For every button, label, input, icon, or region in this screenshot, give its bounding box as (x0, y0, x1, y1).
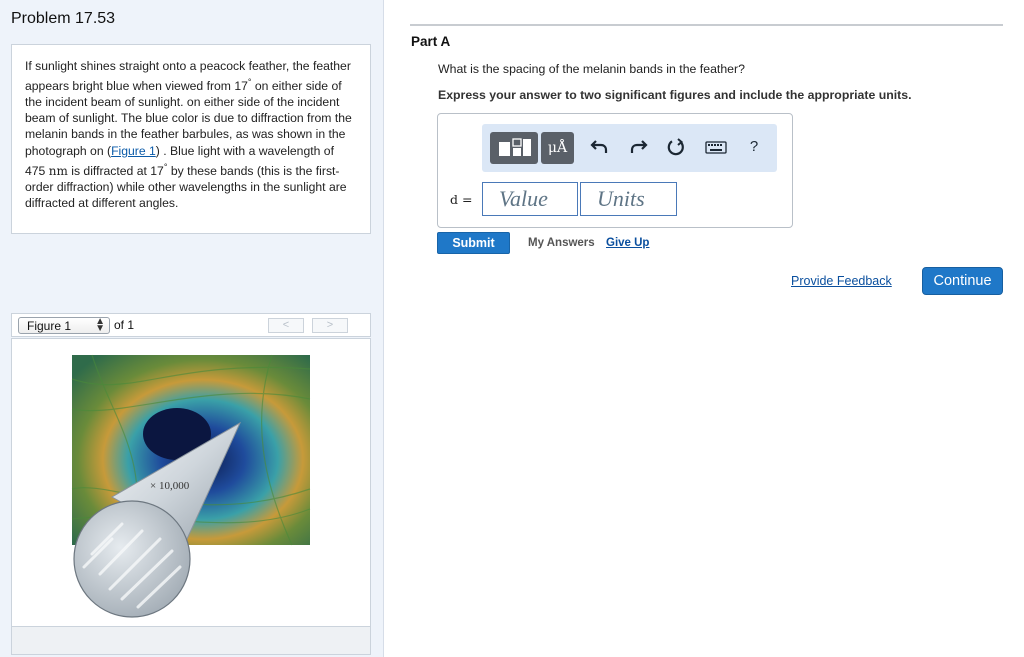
continue-button[interactable]: Continue (922, 267, 1003, 295)
submit-button[interactable]: Submit (437, 232, 510, 254)
peacock-feather-image: × 10,000 (71, 354, 311, 618)
templates-icon (499, 138, 531, 156)
figure-navigation: Figure 1 ▲ ▼ of 1 < > (11, 313, 371, 337)
units-button[interactable]: μÅ (541, 132, 574, 164)
figure-selector-label: Figure 1 (27, 319, 72, 333)
updown-arrows-icon: ▲ ▼ (95, 316, 105, 334)
help-button[interactable]: ? (744, 137, 764, 157)
figure-selector[interactable]: Figure 1 ▲ ▼ (18, 317, 110, 334)
question-text: What is the spacing of the melanin bands… (438, 62, 745, 76)
variable-label: d = (450, 192, 473, 207)
answer-box: μÅ ? d = Value Units (437, 113, 793, 228)
instruction-text: Express your answer to two significant f… (438, 88, 912, 102)
figure-footer (11, 627, 371, 655)
keyboard-icon[interactable] (704, 137, 728, 157)
figure-area: × 10,000 (11, 338, 371, 627)
templates-button[interactable] (490, 132, 538, 164)
problem-title: Problem 17.53 (11, 10, 116, 27)
unit-nm: nm (48, 163, 68, 178)
divider (410, 24, 1003, 26)
next-figure-button[interactable]: > (312, 318, 348, 333)
magnification-label: × 10,000 (150, 480, 190, 492)
figure-link[interactable]: Figure 1 (111, 144, 156, 158)
give-up-link[interactable]: Give Up (606, 237, 649, 249)
undo-icon[interactable] (590, 137, 610, 157)
value-input[interactable]: Value (482, 182, 578, 216)
problem-panel: Problem 17.53 If sunlight shines straigh… (0, 0, 384, 657)
reset-icon[interactable] (666, 137, 686, 157)
problem-text-4: is diffracted at 17 (67, 163, 164, 178)
part-title: Part A (411, 34, 451, 49)
provide-feedback-link[interactable]: Provide Feedback (791, 274, 892, 288)
redo-icon[interactable] (628, 137, 648, 157)
my-answers-link[interactable]: My Answers (528, 237, 595, 249)
problem-statement: If sunlight shines straight onto a peaco… (11, 44, 371, 234)
units-input[interactable]: Units (580, 182, 677, 216)
previous-figure-button[interactable]: < (268, 318, 304, 333)
figure-count: of 1 (114, 318, 135, 332)
math-toolbar: μÅ ? (482, 124, 777, 172)
